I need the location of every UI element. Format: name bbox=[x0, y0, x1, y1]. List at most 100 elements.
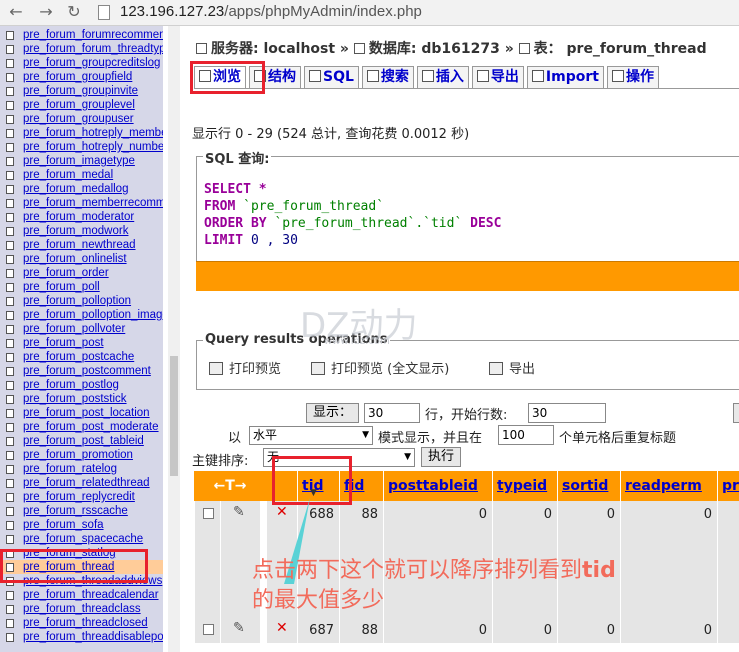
sidebar-item-label[interactable]: pre_forum_ratelog bbox=[23, 462, 117, 476]
sidebar-item[interactable]: pre_forum_post_moderate bbox=[0, 420, 163, 434]
sidebar-item[interactable]: pre_forum_groupinvite bbox=[0, 84, 163, 98]
sidebar-item[interactable]: pre_forum_groupuser bbox=[0, 112, 163, 126]
row-checkbox[interactable] bbox=[203, 624, 214, 635]
sidebar-item[interactable]: pre_forum_moderator bbox=[0, 210, 163, 224]
sidebar-item[interactable]: pre_forum_replycredit bbox=[0, 490, 163, 504]
row-checkbox[interactable] bbox=[203, 508, 214, 519]
address-bar[interactable]: 123.196.127.23/apps/phpMyAdmin/index.php bbox=[120, 3, 422, 20]
sidebar-item[interactable]: pre_forum_medal bbox=[0, 168, 163, 182]
tab-search[interactable]: 搜索 bbox=[361, 66, 414, 88]
sidebar-item[interactable]: pre_forum_polloption bbox=[0, 294, 163, 308]
column-header-typeid[interactable]: typeid bbox=[492, 471, 554, 501]
sidebar-item[interactable]: pre_forum_threaddisablepos bbox=[0, 630, 163, 644]
sidebar-item-label[interactable]: pre_forum_poststick bbox=[23, 392, 127, 406]
sidebar-item-label[interactable]: pre_forum_modwork bbox=[23, 224, 128, 238]
sidebar-item[interactable]: pre_forum_poll bbox=[0, 280, 163, 294]
delete-icon[interactable]: ✕ bbox=[276, 620, 288, 636]
sidebar-item[interactable]: pre_forum_groupcreditslog bbox=[0, 56, 163, 70]
tab-insert[interactable]: 插入 bbox=[416, 66, 469, 88]
sidebar-item[interactable]: pre_forum_onlinelist bbox=[0, 252, 163, 266]
pencil-icon[interactable]: ✎ bbox=[233, 620, 245, 636]
sidebar-item[interactable]: pre_forum_forum_threadtypes bbox=[0, 42, 163, 56]
sidebar-item-label[interactable]: pre_forum_medal bbox=[23, 168, 113, 182]
sidebar-item[interactable]: pre_forum_threadclosed bbox=[0, 616, 163, 630]
sidebar-item[interactable]: pre_forum_grouplevel bbox=[0, 98, 163, 112]
sidebar-item-label[interactable]: pre_forum_polloption_image bbox=[23, 308, 163, 322]
sidebar-item-label[interactable]: pre_forum_post_moderate bbox=[23, 420, 159, 434]
sidebar-item-label[interactable]: pre_forum_groupinvite bbox=[23, 84, 138, 98]
sidebar-item[interactable]: pre_forum_order bbox=[0, 266, 163, 280]
show-button[interactable]: 显示： bbox=[306, 403, 360, 423]
column-header-readperm[interactable]: readperm bbox=[620, 471, 714, 501]
sidebar-item[interactable]: pre_forum_hotreply_number bbox=[0, 140, 163, 154]
sidebar-item[interactable]: pre_forum_relatedthread bbox=[0, 476, 163, 490]
start-row-input[interactable]: 30 bbox=[528, 403, 606, 423]
sidebar-item[interactable]: pre_forum_post_tableid bbox=[0, 434, 163, 448]
next-button[interactable] bbox=[733, 403, 739, 423]
sidebar-item-label[interactable]: pre_forum_forumrecommend bbox=[23, 28, 163, 42]
sidebar-item-label[interactable]: pre_forum_spacecache bbox=[23, 532, 143, 546]
sidebar-item[interactable]: pre_forum_threadclass bbox=[0, 602, 163, 616]
sidebar-item-label[interactable]: pre_forum_post_location bbox=[23, 406, 150, 420]
print-preview-link[interactable]: 打印预览 bbox=[209, 358, 281, 377]
sidebar-item[interactable]: pre_forum_medallog bbox=[0, 182, 163, 196]
table-link[interactable]: pre_forum_thread bbox=[567, 41, 707, 57]
repeat-header-input[interactable]: 100 bbox=[498, 425, 554, 445]
sidebar-item-label[interactable]: pre_forum_memberrecommend bbox=[23, 196, 163, 210]
rows-input[interactable]: 30 bbox=[364, 403, 420, 423]
sidebar-item-label[interactable]: pre_forum_polloption bbox=[23, 294, 131, 308]
sidebar-item-label[interactable]: pre_forum_order bbox=[23, 266, 109, 280]
sidebar-item-label[interactable]: pre_forum_forum_threadtypes bbox=[23, 42, 163, 56]
sidebar-item[interactable]: pre_forum_poststick bbox=[0, 392, 163, 406]
tab-sql[interactable]: SQL bbox=[304, 66, 359, 88]
column-header-sortid[interactable]: sortid bbox=[557, 471, 617, 501]
sidebar-item[interactable]: pre_forum_groupfield bbox=[0, 70, 163, 84]
sidebar-item[interactable]: pre_forum_sofa bbox=[0, 518, 163, 532]
sidebar-item[interactable]: pre_forum_postlog bbox=[0, 378, 163, 392]
sidebar-item[interactable]: pre_forum_memberrecommend bbox=[0, 196, 163, 210]
sidebar-item[interactable]: pre_forum_postcache bbox=[0, 350, 163, 364]
column-toggle[interactable]: ←T→ bbox=[194, 471, 266, 501]
sidebar-item-label[interactable]: pre_forum_rsscache bbox=[23, 504, 128, 518]
sidebar-item[interactable]: pre_forum_newthread bbox=[0, 238, 163, 252]
sidebar-item[interactable]: pre_forum_hotreply_member bbox=[0, 126, 163, 140]
pencil-icon[interactable]: ✎ bbox=[233, 504, 245, 520]
sidebar-scrollbar[interactable] bbox=[168, 26, 180, 652]
sidebar-item-label[interactable]: pre_forum_post_tableid bbox=[23, 434, 144, 448]
sidebar-item[interactable]: pre_forum_pollvoter bbox=[0, 322, 163, 336]
sidebar-item-label[interactable]: pre_forum_poll bbox=[23, 280, 100, 294]
sidebar-item-label[interactable]: pre_forum_moderator bbox=[23, 210, 134, 224]
print-preview-full-link[interactable]: 打印预览 (全文显示) bbox=[311, 358, 449, 377]
sidebar-item-label[interactable]: pre_forum_groupcreditslog bbox=[23, 56, 160, 70]
sidebar-item[interactable]: pre_forum_modwork bbox=[0, 224, 163, 238]
sidebar-item[interactable]: pre_forum_promotion bbox=[0, 448, 163, 462]
sidebar-item-label[interactable]: pre_forum_hotreply_member bbox=[23, 126, 163, 140]
sidebar-item-label[interactable]: pre_forum_postcache bbox=[23, 350, 134, 364]
sidebar-item-label[interactable]: pre_forum_newthread bbox=[23, 238, 136, 252]
sidebar-item-label[interactable]: pre_forum_onlinelist bbox=[23, 252, 127, 266]
execute-button[interactable]: 执行 bbox=[421, 447, 462, 467]
tab-import[interactable]: Import bbox=[526, 66, 604, 88]
sidebar-item[interactable]: pre_forum_forumrecommend bbox=[0, 28, 163, 42]
sidebar-item-label[interactable]: pre_forum_promotion bbox=[23, 448, 133, 462]
sidebar-item-label[interactable]: pre_forum_threaddisablepos bbox=[23, 630, 163, 644]
scrollbar-thumb[interactable] bbox=[170, 356, 178, 476]
sidebar-item-label[interactable]: pre_forum_pollvoter bbox=[23, 322, 125, 336]
sidebar-item[interactable]: pre_forum_polloption_image bbox=[0, 308, 163, 322]
sidebar-item-label[interactable]: pre_forum_postcomment bbox=[23, 364, 151, 378]
tab-export[interactable]: 导出 bbox=[471, 66, 524, 88]
sidebar-item[interactable]: pre_forum_post bbox=[0, 336, 163, 350]
column-header-posttableid[interactable]: posttableid bbox=[383, 471, 489, 501]
sidebar-item-label[interactable]: pre_forum_sofa bbox=[23, 518, 104, 532]
sidebar-item-label[interactable]: pre_forum_medallog bbox=[23, 182, 128, 196]
column-header-price[interactable]: price bbox=[717, 471, 739, 501]
sidebar-item[interactable]: pre_forum_spacecache bbox=[0, 532, 163, 546]
sidebar-item[interactable]: pre_forum_rsscache bbox=[0, 504, 163, 518]
tab-operations[interactable]: 操作 bbox=[606, 66, 659, 88]
sidebar-item-label[interactable]: pre_forum_threadcalendar bbox=[23, 588, 159, 602]
sidebar-item[interactable]: pre_forum_post_location bbox=[0, 406, 163, 420]
sidebar-item[interactable]: pre_forum_threadcalendar bbox=[0, 588, 163, 602]
export-link[interactable]: 导出 bbox=[489, 358, 535, 377]
back-icon[interactable]: ← bbox=[6, 2, 26, 22]
sidebar-item-label[interactable]: pre_forum_groupfield bbox=[23, 70, 132, 84]
